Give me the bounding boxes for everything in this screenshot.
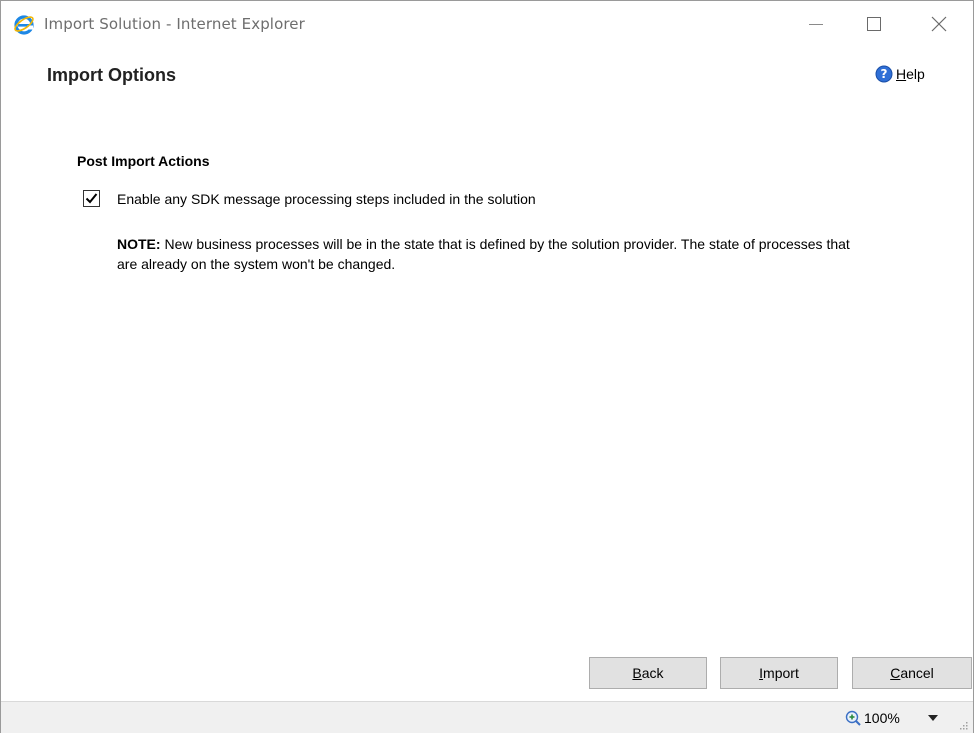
cancel-button[interactable]: Cancel	[852, 657, 972, 689]
resize-grip-icon[interactable]	[958, 720, 968, 730]
zoom-control[interactable]: 100%	[845, 710, 900, 726]
help-icon: ?	[875, 65, 893, 83]
help-label: Help	[896, 66, 925, 82]
chevron-down-icon[interactable]	[928, 715, 938, 721]
status-bar: 100%	[1, 701, 973, 733]
enable-sdk-steps-checkbox[interactable]	[83, 190, 100, 207]
internet-explorer-icon	[13, 13, 35, 35]
minimize-icon	[809, 24, 823, 25]
close-button[interactable]	[915, 1, 961, 47]
window-title: Import Solution - Internet Explorer	[44, 15, 305, 33]
maximize-button[interactable]	[851, 1, 897, 47]
import-button[interactable]: Import	[720, 657, 838, 689]
svg-text:?: ?	[881, 67, 888, 81]
title-bar: Import Solution - Internet Explorer	[1, 1, 973, 49]
enable-sdk-steps-label[interactable]: Enable any SDK message processing steps …	[117, 191, 536, 207]
maximize-icon	[867, 17, 881, 31]
page-title: Import Options	[47, 65, 176, 85]
import-solution-window: Import Solution - Internet Explorer Impo…	[0, 0, 974, 733]
minimize-button[interactable]	[792, 1, 838, 47]
back-button[interactable]: Back	[589, 657, 707, 689]
post-import-actions-heading: Post Import Actions	[77, 153, 210, 169]
zoom-level: 100%	[864, 710, 900, 726]
help-link[interactable]: ? Help	[875, 64, 925, 84]
note-body: New business processes will be in the st…	[117, 236, 850, 272]
zoom-in-icon	[845, 710, 861, 726]
sdk-steps-option: Enable any SDK message processing steps …	[83, 190, 536, 207]
note-text: NOTE: New business processes will be in …	[117, 234, 857, 274]
note-label: NOTE:	[117, 236, 161, 252]
checkmark-icon	[85, 193, 98, 204]
close-icon	[931, 16, 947, 32]
